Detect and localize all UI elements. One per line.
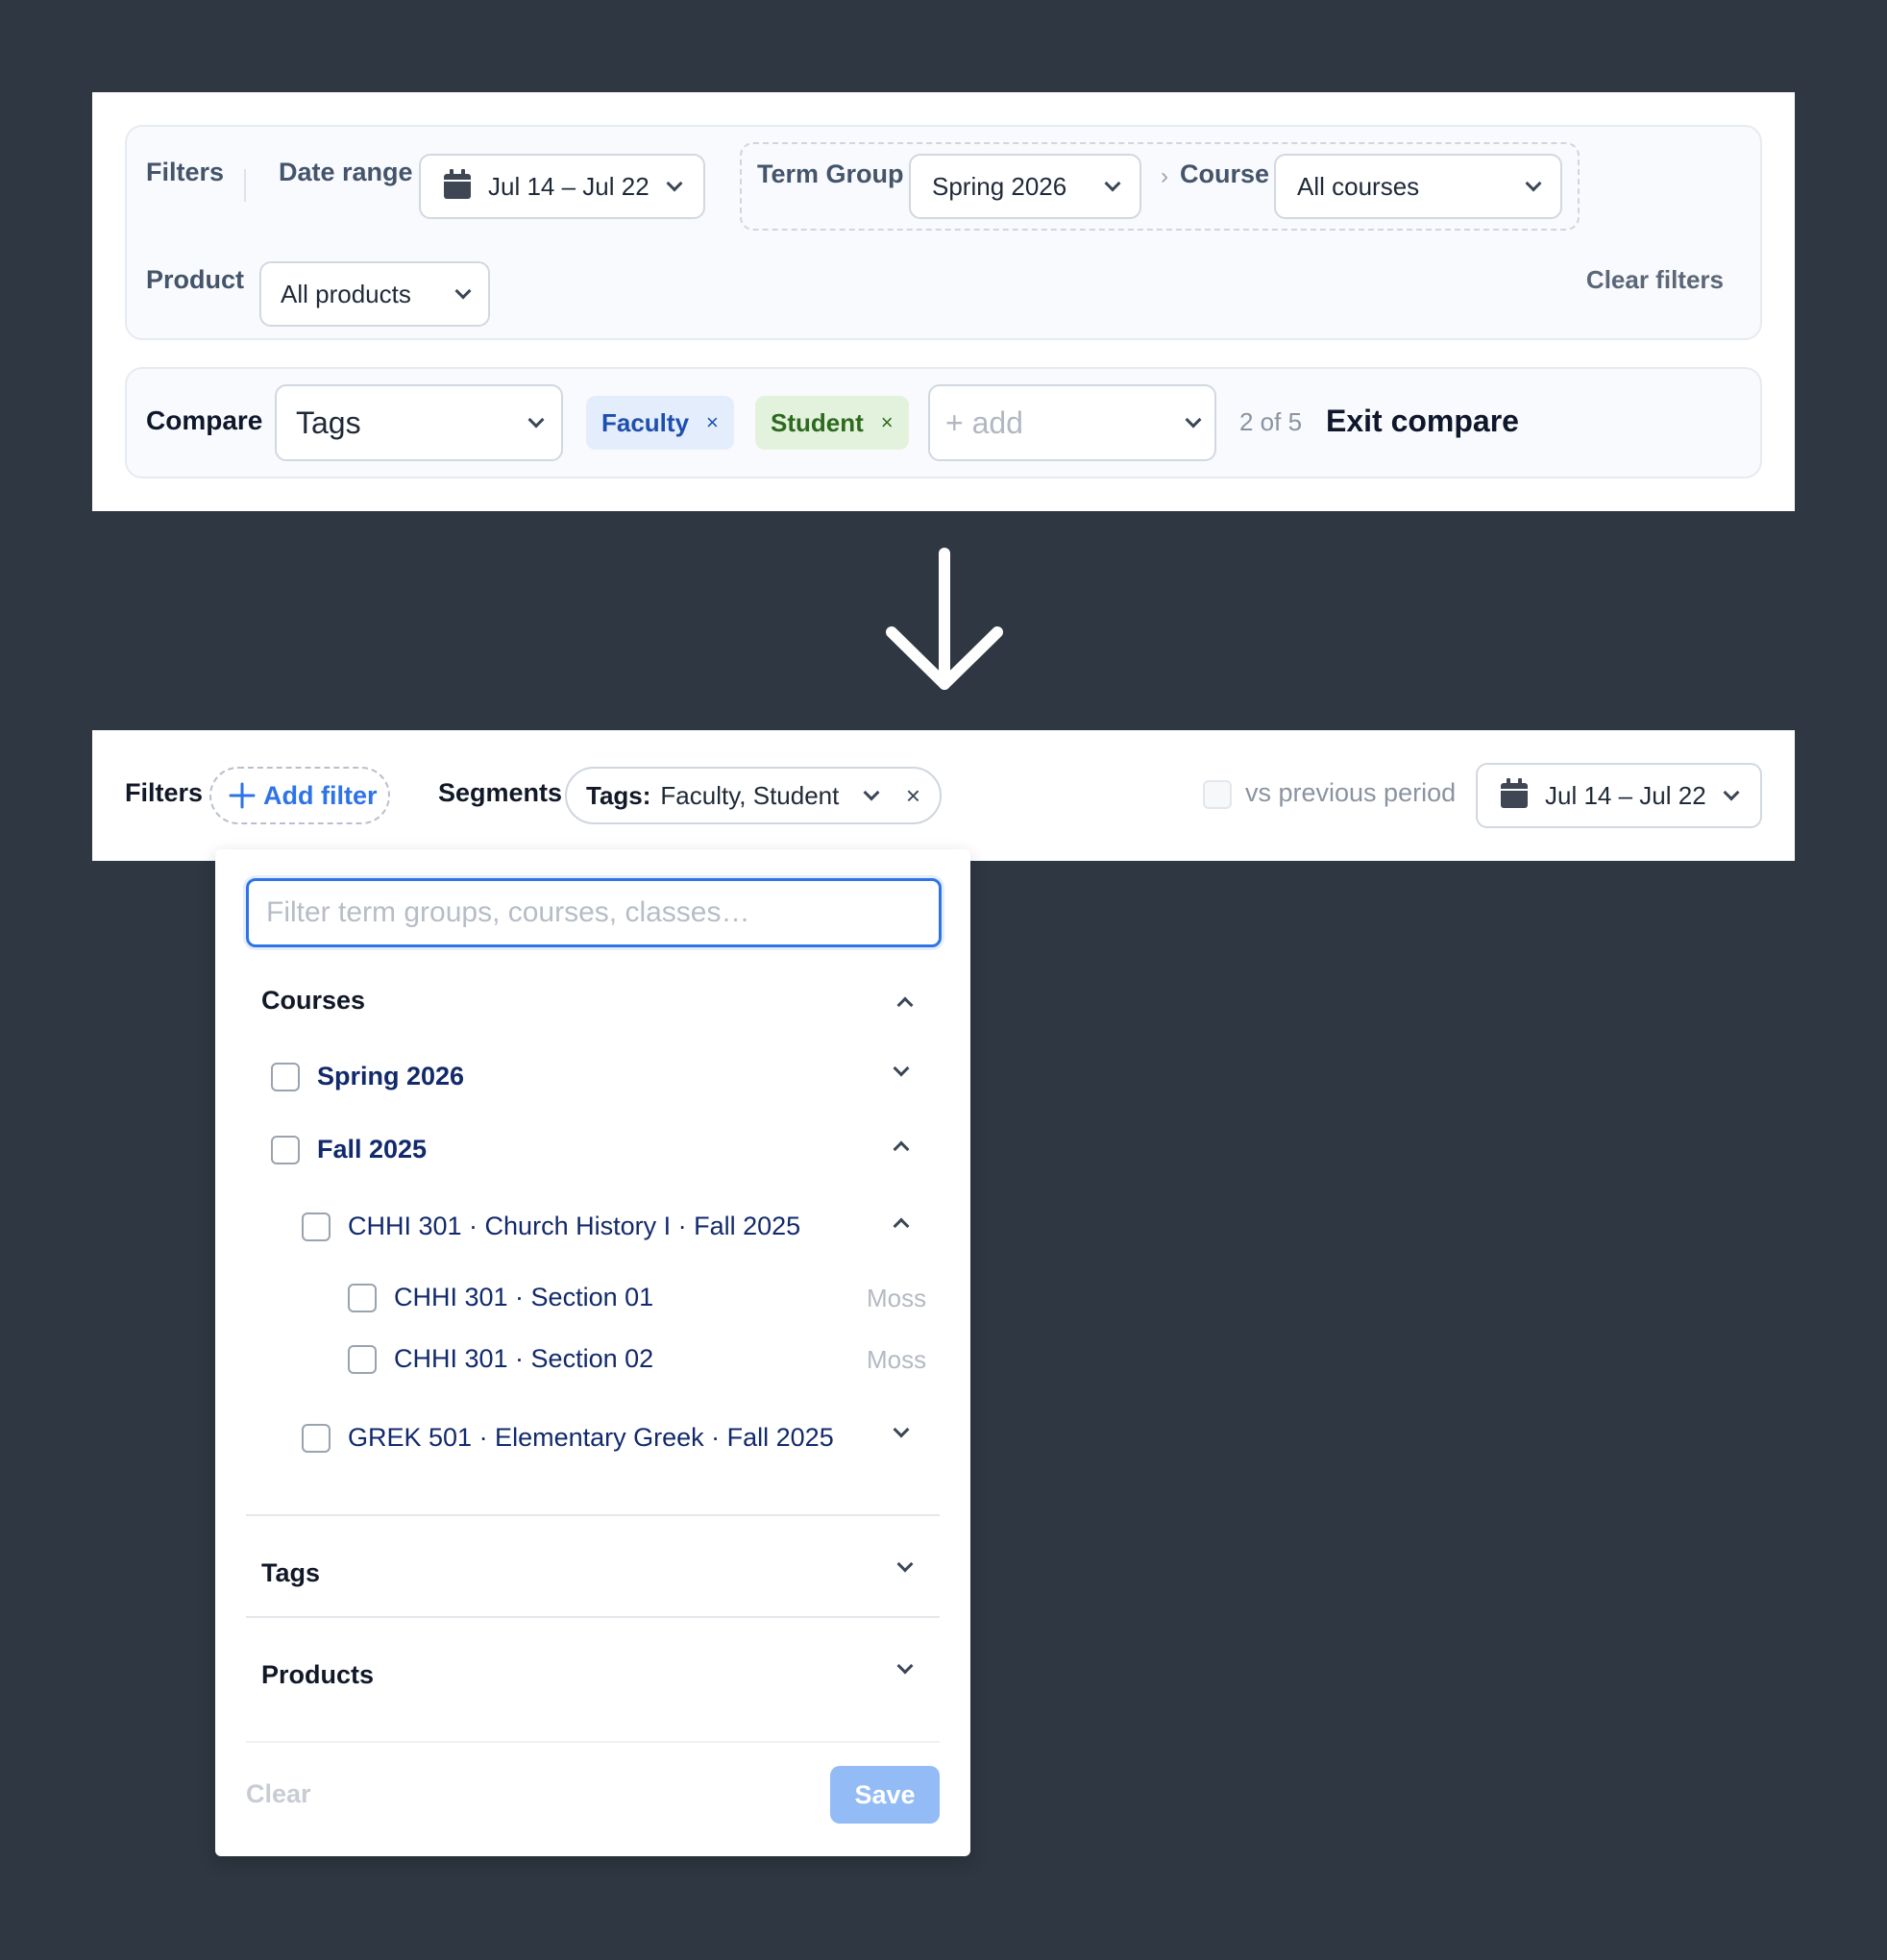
instructor-name: Moss (867, 1284, 927, 1312)
instructor-name: Moss (867, 1345, 927, 1374)
chevron-down-icon (666, 175, 683, 192)
course-label: Course (1180, 159, 1270, 188)
chevron-down-icon[interactable] (893, 1421, 910, 1438)
courses-section-title[interactable]: Courses (261, 986, 365, 1016)
chevron-down-icon (1185, 411, 1202, 429)
term-group-spring-2026[interactable]: Spring 2026 (317, 1062, 464, 1091)
filters-label: Filters (125, 778, 204, 807)
segment-value: Faculty, Student (660, 780, 840, 810)
date-range-value: Jul 14 – Jul 22 (1545, 780, 1706, 810)
tags-section-title[interactable]: Tags (261, 1558, 320, 1588)
filter-search-input[interactable] (246, 878, 942, 947)
date-range-label: Date range (279, 158, 413, 186)
checkbox[interactable] (348, 1284, 377, 1312)
term-group-label: Term Group (757, 159, 904, 188)
filters-card: Filters Date range Jul 14 – Jul 22 Term … (125, 125, 1762, 340)
filters-label: Filters (146, 158, 225, 186)
checkbox[interactable] (348, 1345, 377, 1374)
chip-label: Faculty (601, 407, 690, 437)
chevron-down-icon (1525, 175, 1542, 192)
add-filter-label: Add filter (263, 780, 378, 810)
chevron-down-icon[interactable] (896, 1657, 914, 1675)
divider (244, 169, 246, 202)
chevron-down-icon (454, 282, 472, 300)
date-range-value: Jul 14 – Jul 22 (488, 171, 649, 201)
filter-dropdown: Courses Spring 2026 Fall 2025 CHHI 301 ·… (215, 849, 970, 1856)
course-grek-501[interactable]: GREK 501 · Elementary Greek · Fall 2025 (348, 1423, 834, 1453)
term-group-fall-2025[interactable]: Fall 2025 (317, 1135, 427, 1164)
filter-panel-before: Filters Date range Jul 14 – Jul 22 Term … (92, 92, 1795, 511)
close-icon[interactable]: × (706, 410, 719, 435)
compare-card: Compare Tags Faculty × Student × + add 2… (125, 367, 1762, 478)
calendar-icon (444, 169, 471, 199)
chip-label: Student (771, 407, 864, 437)
course-select[interactable]: All courses (1274, 154, 1562, 219)
date-range-select[interactable]: Jul 14 – Jul 22 (1476, 763, 1762, 828)
clear-filters-link[interactable]: Clear filters (1586, 265, 1724, 295)
term-group-select[interactable]: Spring 2026 (909, 154, 1141, 219)
breadcrumb-separator: › (1161, 163, 1168, 189)
close-icon[interactable]: × (881, 410, 894, 435)
divider (246, 1616, 940, 1618)
date-range-select[interactable]: Jul 14 – Jul 22 (419, 154, 705, 219)
products-section-title[interactable]: Products (261, 1660, 374, 1690)
vs-previous-checkbox[interactable] (1203, 780, 1232, 809)
chevron-down-icon[interactable] (863, 784, 880, 801)
plus-icon (229, 782, 256, 809)
chevron-down-icon[interactable] (893, 1060, 910, 1077)
segment-key: Tags: (586, 780, 651, 810)
product-label: Product (146, 265, 245, 294)
chevron-down-icon (527, 411, 545, 429)
add-placeholder: + add (945, 404, 1023, 440)
add-filter-button[interactable]: Add filter (209, 767, 390, 824)
close-icon[interactable]: × (906, 781, 920, 811)
checkbox[interactable] (271, 1136, 300, 1164)
student-chip: Student × (755, 396, 909, 450)
chevron-down-icon (1104, 175, 1121, 192)
segment-pill[interactable]: Tags: Faculty, Student × (565, 767, 942, 824)
checkbox[interactable] (271, 1063, 300, 1091)
compare-label: Compare (146, 405, 263, 435)
faculty-chip: Faculty × (586, 396, 734, 450)
product-select[interactable]: All products (259, 261, 490, 327)
checkbox[interactable] (302, 1424, 331, 1453)
chevron-up-icon[interactable] (896, 996, 914, 1014)
chevron-up-icon[interactable] (893, 1140, 910, 1158)
filter-bar-after: Filters Add filter Segments Tags: Facult… (92, 730, 1795, 861)
chevron-down-icon[interactable] (896, 1556, 914, 1573)
class-section-01[interactable]: CHHI 301 · Section 01 (394, 1283, 653, 1312)
course-chhi-301[interactable]: CHHI 301 · Church History I · Fall 2025 (348, 1212, 800, 1241)
save-label: Save (854, 1779, 916, 1809)
chevron-down-icon (1723, 784, 1740, 801)
term-group-value: Spring 2026 (932, 171, 1067, 201)
checkbox[interactable] (302, 1213, 331, 1241)
term-course-group: Term Group Spring 2026 › Course All cour… (740, 142, 1580, 231)
compare-dimension-value: Tags (296, 404, 361, 440)
product-value: All products (281, 279, 411, 308)
compare-dimension-select[interactable]: Tags (275, 384, 563, 461)
class-section-02[interactable]: CHHI 301 · Section 02 (394, 1344, 653, 1374)
divider (246, 1741, 940, 1743)
calendar-icon (1501, 778, 1528, 808)
exit-compare-link[interactable]: Exit compare (1326, 404, 1519, 439)
save-button[interactable]: Save (830, 1766, 940, 1824)
chevron-up-icon[interactable] (893, 1217, 910, 1235)
segments-label: Segments (438, 778, 563, 807)
divider (246, 1514, 940, 1516)
compare-count: 2 of 5 (1239, 407, 1303, 436)
add-compare-select[interactable]: + add (928, 384, 1216, 461)
vs-previous-label: vs previous period (1245, 778, 1457, 807)
clear-button[interactable]: Clear (246, 1779, 311, 1809)
arrow-down-icon (882, 548, 1007, 696)
course-value: All courses (1297, 171, 1420, 201)
